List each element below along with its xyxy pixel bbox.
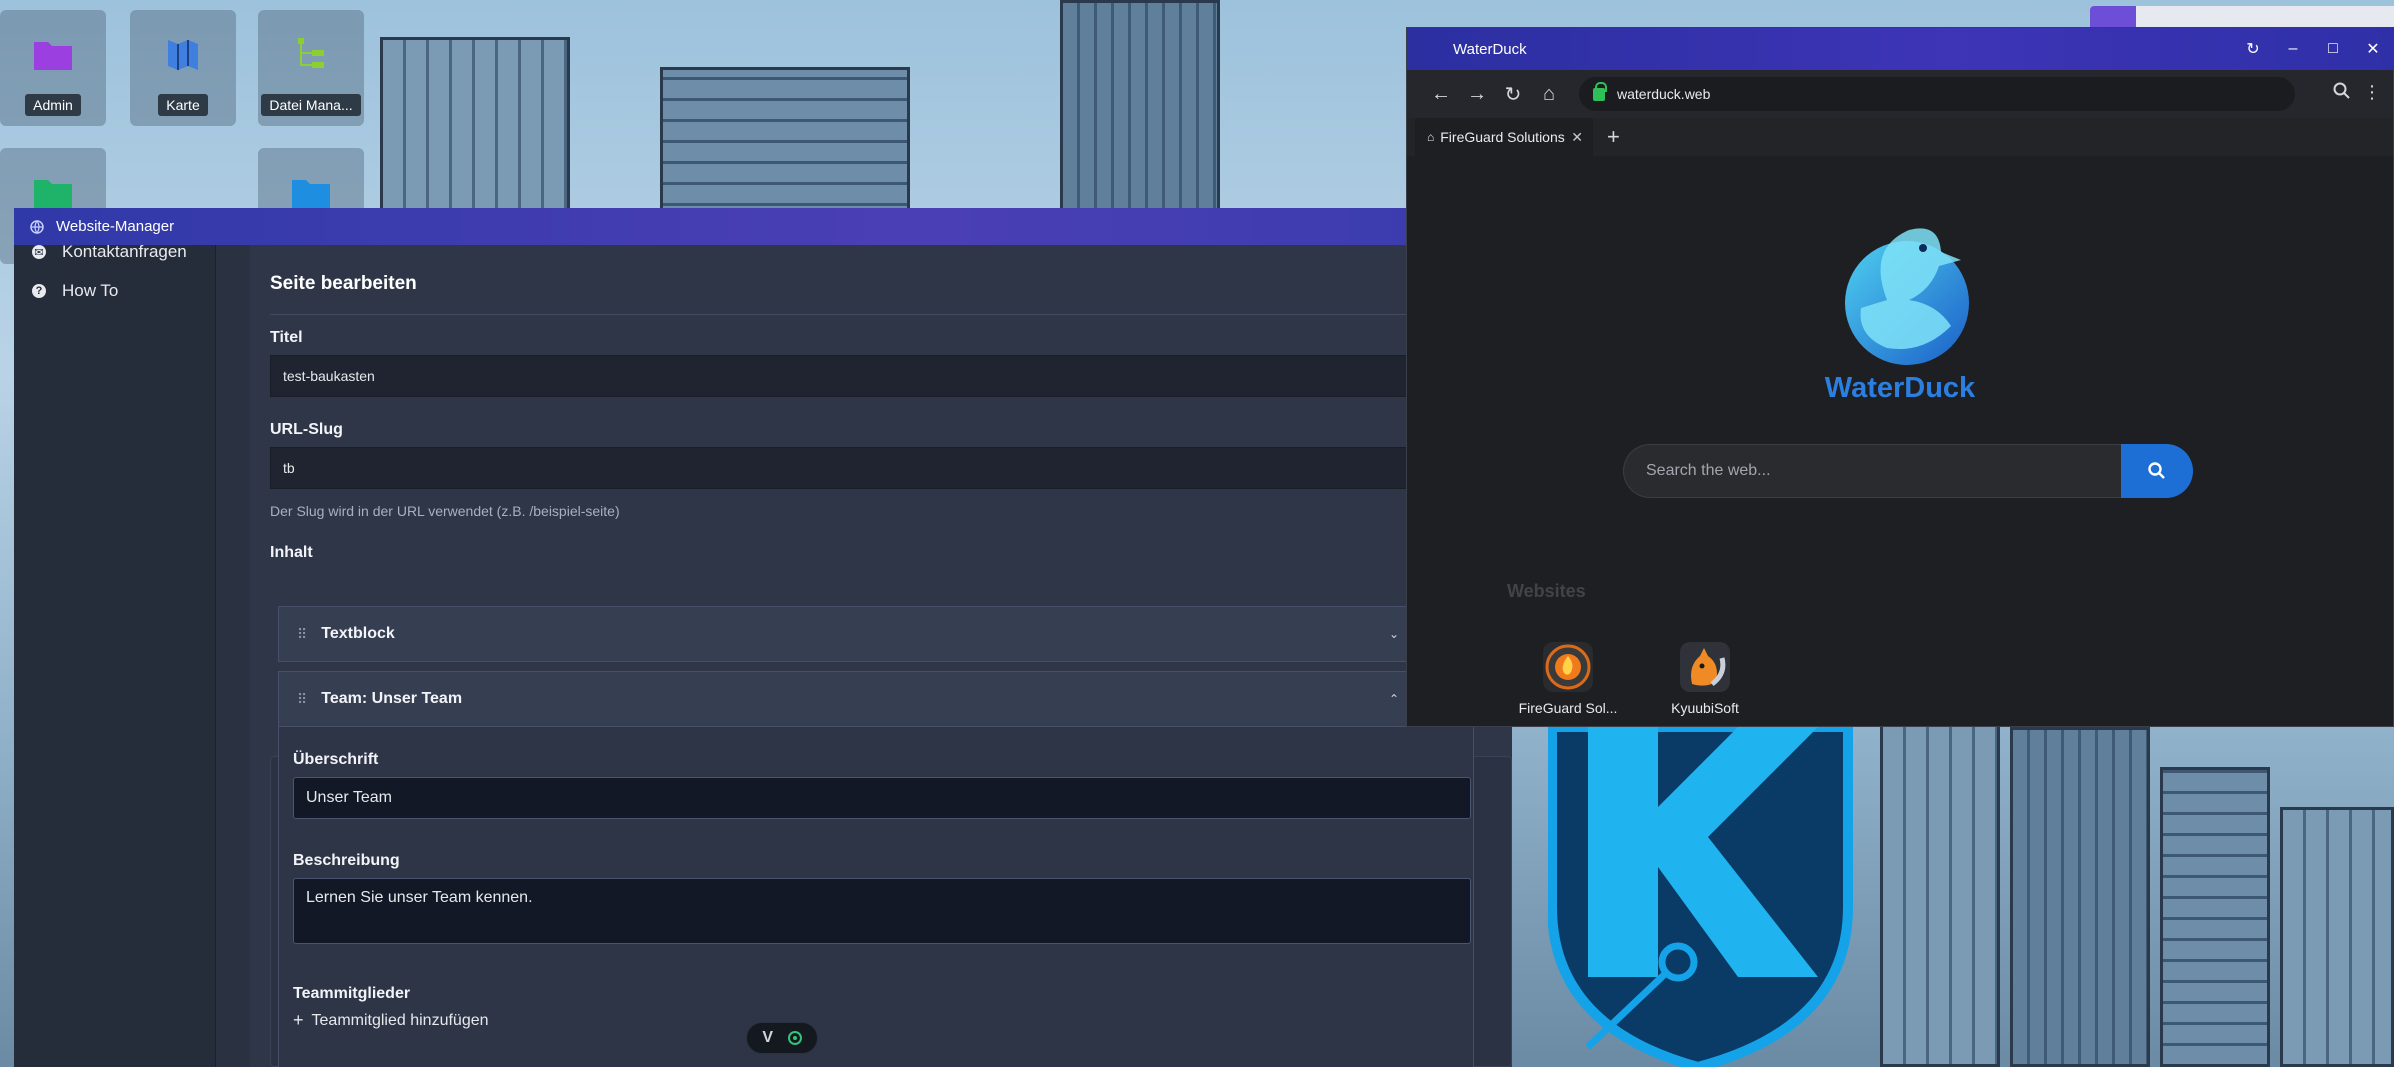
maximize-button[interactable]: □ <box>2313 40 2353 58</box>
tab-fireguard[interactable]: ⌂ FireGuard Solutions ✕ <box>1415 118 1593 156</box>
block-textblock[interactable]: ⠿ Textblock ⌄ <box>278 606 1414 662</box>
website-label: KyuubiSoft <box>1671 700 1739 716</box>
window-title: Website-Manager <box>56 218 175 235</box>
help-icon: ? <box>32 284 46 298</box>
members-label: Teammitglieder <box>293 985 411 1002</box>
toolbar-toggle-button[interactable]: V <box>762 1029 773 1047</box>
search-icon[interactable] <box>2333 82 2351 100</box>
plus-icon: + <box>293 1010 304 1030</box>
building <box>2160 767 2270 1067</box>
drag-handle-icon[interactable]: ⠿ <box>297 691 307 708</box>
lock-icon <box>1593 81 1607 101</box>
target-icon[interactable] <box>787 1031 802 1045</box>
block-title: Team: Unser Team <box>321 690 463 707</box>
heading-label: Überschrift <box>293 751 379 768</box>
sidebar: ✉ Kontaktanfragen ? How To <box>14 242 216 1067</box>
divider <box>270 314 1512 315</box>
add-member-label: Teammitglied hinzufügen <box>311 1011 489 1029</box>
building <box>2010 727 2150 1067</box>
websites-heading: Websites <box>1507 581 1586 601</box>
website-tile-kyuubisoft[interactable]: KyuubiSoft <box>1645 642 1765 716</box>
file-tree-icon <box>298 38 324 68</box>
refresh-window-icon[interactable]: ↻ <box>2233 39 2273 59</box>
chevron-up-icon[interactable]: ⌃ <box>1389 692 1399 706</box>
folder-icon <box>292 180 330 208</box>
sidebar-item-label: Kontaktanfragen <box>62 242 187 261</box>
building <box>1880 687 2000 1067</box>
close-button[interactable]: ✕ <box>2353 39 2393 59</box>
website-manager-window: Website-Manager ✉ Kontaktanfragen ? How … <box>14 208 1512 1067</box>
section-title: Seite bearbeiten <box>270 273 417 294</box>
heading-input[interactable]: Unser Team <box>293 777 1471 819</box>
desktop-icon-admin[interactable]: Admin <box>0 10 106 126</box>
close-tab-icon[interactable]: ✕ <box>1571 129 1583 146</box>
url-text: waterduck.web <box>1617 86 1711 102</box>
title-label: Titel <box>270 329 303 346</box>
desktop-icon-label: Admin <box>25 94 81 116</box>
waterduck-browser-window: WaterDuck ↻ – □ ✕ ← → ↻ ⌂ waterduck.web … <box>1406 27 2394 727</box>
search-box <box>1623 444 2193 498</box>
menu-icon[interactable]: ⋮ <box>2363 82 2381 103</box>
block-team[interactable]: ⠿ Team: Unser Team ⌃ <box>278 671 1414 727</box>
desktop-icon-label: Datei Mana... <box>261 94 361 116</box>
sidebar-item-kontaktanfragen[interactable]: ✉ Kontaktanfragen <box>14 237 215 267</box>
drag-handle-icon[interactable]: ⠿ <box>297 626 307 643</box>
tab-strip: ⌂ FireGuard Solutions ✕ + <box>1407 118 2393 156</box>
forward-button[interactable]: → <box>1459 83 1495 106</box>
map-icon <box>168 40 198 70</box>
k-shield-logo-icon <box>1548 727 1853 1067</box>
chevron-down-icon[interactable]: ⌄ <box>1389 627 1399 641</box>
slug-input[interactable]: tb <box>270 447 1512 489</box>
sidebar-item-label: How To <box>62 281 119 300</box>
window-titlebar[interactable]: Website-Manager <box>14 208 1512 245</box>
desktop-icon-label: Karte <box>158 94 208 116</box>
tab-label: FireGuard Solutions <box>1440 129 1565 145</box>
team-block-body: Überschrift Unser Team Beschreibung Lern… <box>278 727 1474 1067</box>
desktop-icon-datei-manager[interactable]: Datei Mana... <box>258 10 364 126</box>
search-input[interactable] <box>1623 444 2121 498</box>
home-icon: ⌂ <box>1427 130 1435 144</box>
globe-icon <box>30 219 44 234</box>
search-icon <box>2148 462 2165 479</box>
window-title: WaterDuck <box>1453 40 1527 58</box>
description-textarea[interactable]: Lernen Sie unser Team kennen. <box>293 878 1471 944</box>
desktop-icon-karte[interactable]: Karte <box>130 10 236 126</box>
building <box>2280 807 2394 1067</box>
reload-button[interactable]: ↻ <box>1495 82 1531 107</box>
address-bar[interactable]: waterduck.web <box>1579 77 2295 111</box>
search-button[interactable] <box>2121 444 2193 498</box>
sidebar-gutter <box>216 245 250 1067</box>
brand-name: WaterDuck <box>1824 372 1976 404</box>
window-titlebar[interactable]: WaterDuck ↻ – □ ✕ <box>1407 28 2393 70</box>
slug-hint: Der Slug wird in der URL verwendet (z.B.… <box>270 503 620 519</box>
add-member-button[interactable]: + Teammitglied hinzufügen <box>293 1010 489 1031</box>
kyuubisoft-logo-icon <box>1680 642 1730 692</box>
sidebar-item-how-to[interactable]: ? How To <box>14 267 215 315</box>
content-label: Inhalt <box>270 544 313 561</box>
fireguard-logo-icon <box>1543 642 1593 692</box>
waterduck-logo-icon <box>1845 228 1969 365</box>
browser-page: WaterDuck Websites FireGuard Sol... Kyuu… <box>1407 156 2393 726</box>
description-label: Beschreibung <box>293 852 400 869</box>
minimize-button[interactable]: – <box>2273 40 2313 58</box>
website-label: FireGuard Sol... <box>1518 700 1618 716</box>
back-button[interactable]: ← <box>1423 83 1459 106</box>
floating-toolbar: V <box>746 1022 818 1054</box>
slug-label: URL-Slug <box>270 421 343 438</box>
website-tile-fireguard[interactable]: FireGuard Sol... <box>1508 642 1628 716</box>
new-tab-button[interactable]: + <box>1607 124 1620 150</box>
folder-icon <box>34 42 72 70</box>
home-button[interactable]: ⌂ <box>1531 83 1567 106</box>
folder-icon <box>34 180 72 208</box>
title-input[interactable]: test-baukasten <box>270 355 1512 397</box>
navigation-bar: ← → ↻ ⌂ waterduck.web ⋮ <box>1407 70 2393 118</box>
mail-icon: ✉ <box>32 245 46 259</box>
block-title: Textblock <box>321 625 395 642</box>
